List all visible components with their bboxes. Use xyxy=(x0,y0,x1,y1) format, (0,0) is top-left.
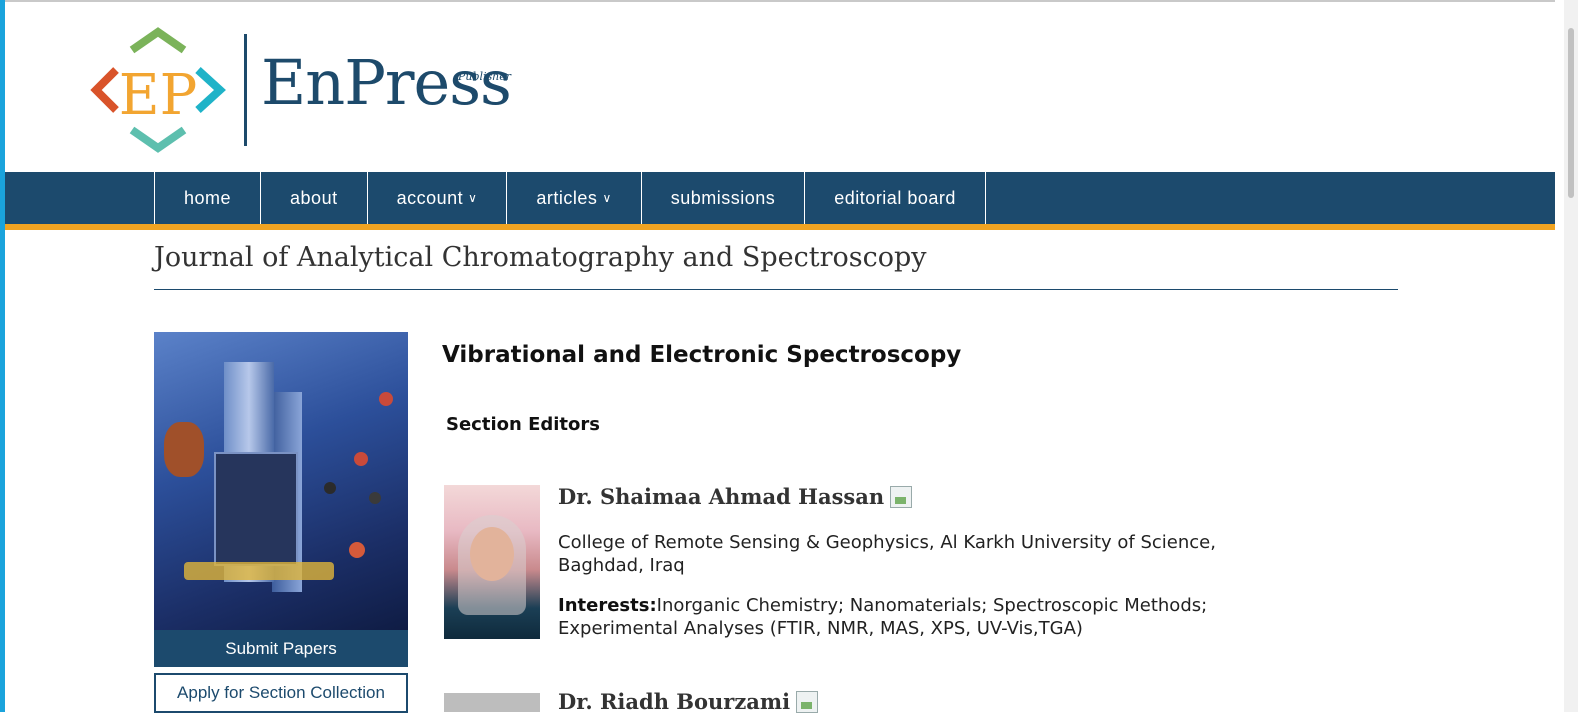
nav-item-label: about xyxy=(290,187,338,208)
nav-item-about[interactable]: about xyxy=(261,172,368,224)
editor-affiliation: College of Remote Sensing & Geophysics, … xyxy=(558,532,1216,576)
nav-item-label: home xyxy=(184,187,232,208)
section-title: Vibrational and Electronic Spectroscopy xyxy=(442,342,962,368)
molecule-graphic xyxy=(354,452,368,466)
nav-item-label: account xyxy=(396,187,464,208)
svg-text:EP: EP xyxy=(119,63,198,128)
nav-accent-stripe xyxy=(5,224,1555,230)
editor-photo xyxy=(444,485,540,639)
editor-photo xyxy=(444,693,540,712)
journal-cover-image[interactable] xyxy=(154,332,408,630)
broken-image-icon[interactable] xyxy=(796,690,819,713)
photo-graphic xyxy=(470,527,514,581)
nav-item-editorial-board[interactable]: editorial board xyxy=(805,172,986,224)
scrollbar-thumb[interactable] xyxy=(1568,28,1574,198)
molecule-graphic xyxy=(369,492,381,504)
vertical-scrollbar[interactable] xyxy=(1564,0,1578,712)
logo-divider xyxy=(244,34,247,146)
cover-graphic xyxy=(184,562,334,580)
logo-tagline: Publisher xyxy=(458,70,512,83)
molecule-graphic xyxy=(164,422,204,477)
editor-interests: Interests:Inorganic Chemistry; Nanomater… xyxy=(558,594,1278,640)
main-nav: home about account ∨ articles ∨ submission… xyxy=(5,172,1555,224)
site-logo[interactable]: EP EnPress Publisher xyxy=(86,26,526,154)
nav-item-label: articles xyxy=(536,187,598,208)
molecule-graphic xyxy=(324,482,336,494)
editor-name[interactable]: Dr. Shaimaa Ahmad Hassan xyxy=(558,484,913,509)
title-divider xyxy=(154,289,1398,290)
broken-image-icon[interactable] xyxy=(890,485,913,508)
editor-name-text: Dr. Shaimaa Ahmad Hassan xyxy=(558,484,885,509)
chevron-down-icon: ∨ xyxy=(468,191,478,205)
chevron-down-icon: ∨ xyxy=(602,191,612,205)
nav-item-submissions[interactable]: submissions xyxy=(642,172,806,224)
journal-title[interactable]: Journal of Analytical Chromatography and… xyxy=(154,242,927,273)
interests-label: Interests: xyxy=(558,595,657,616)
nav-item-home[interactable]: home xyxy=(155,172,262,224)
top-border xyxy=(5,0,1555,2)
nav-list: home about account ∨ articles ∨ submission… xyxy=(154,172,986,224)
logo-wordmark: EnPress xyxy=(261,46,512,119)
molecule-graphic xyxy=(379,392,393,406)
nav-item-articles[interactable]: articles ∨ xyxy=(507,172,642,224)
apply-section-collection-button[interactable]: Apply for Section Collection xyxy=(154,673,408,713)
section-editors-heading: Section Editors xyxy=(446,414,600,435)
enpress-logo-icon: EP xyxy=(90,27,226,153)
window-edge xyxy=(0,0,5,712)
nav-item-account[interactable]: account ∨ xyxy=(368,172,508,224)
editor-name[interactable]: Dr. Riadh Bourzami xyxy=(558,689,819,714)
submit-papers-button[interactable]: Submit Papers xyxy=(154,630,408,667)
molecule-graphic xyxy=(349,542,365,558)
cover-graphic xyxy=(214,452,298,566)
nav-item-label: editorial board xyxy=(834,187,956,208)
editor-name-text: Dr. Riadh Bourzami xyxy=(558,689,791,714)
nav-item-label: submissions xyxy=(670,187,776,208)
